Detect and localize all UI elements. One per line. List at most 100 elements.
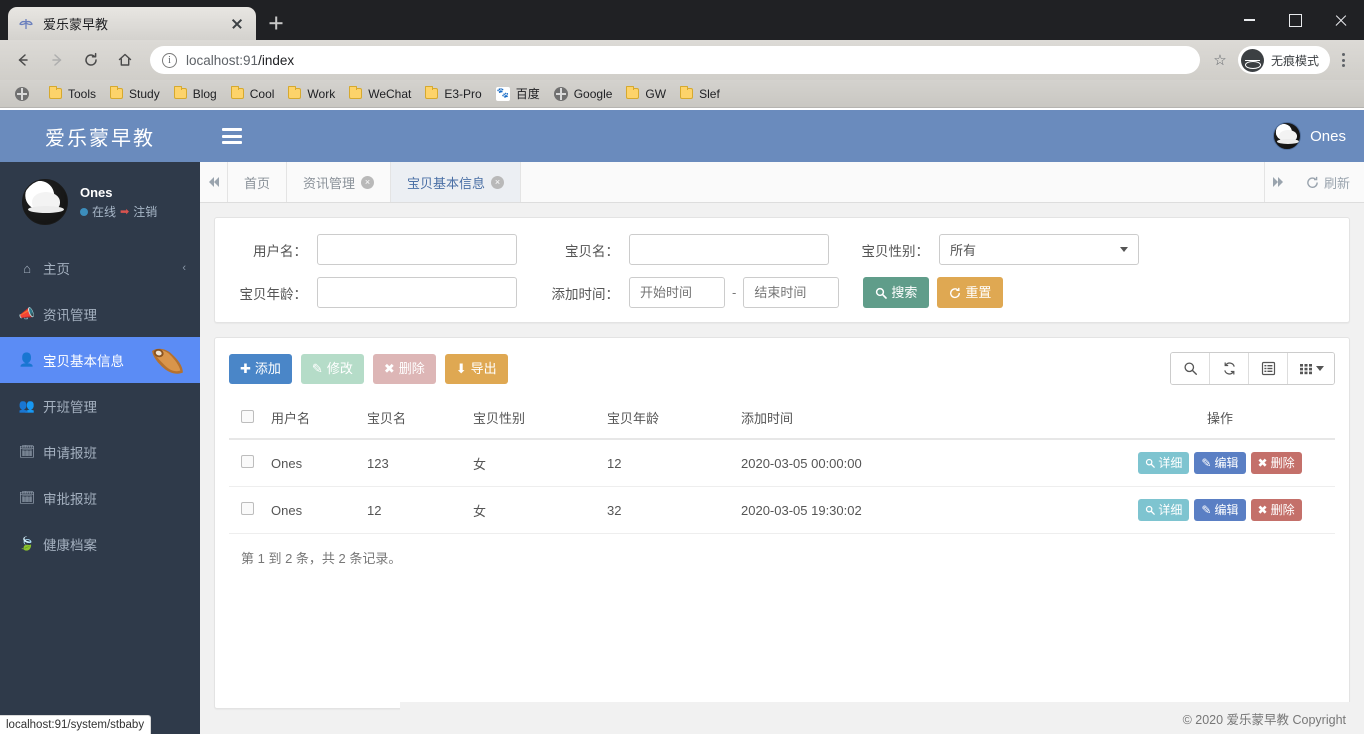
topbar-user-menu[interactable]: Ones [1273, 122, 1346, 150]
table-head: 用户名 宝贝名 宝贝性别 宝贝年龄 添加时间 操作 [229, 397, 1335, 440]
table-list-view-icon[interactable] [1249, 353, 1288, 384]
baby-info-table: 用户名 宝贝名 宝贝性别 宝贝年龄 添加时间 操作 Ones 123 女 12 … [229, 397, 1335, 534]
bookmark-item-work[interactable]: Work [281, 83, 342, 105]
content-panel: 用户名： 宝贝名： 宝贝性别： 所有 宝贝年龄： 添加时间： 开始时间 - 结束… [200, 203, 1364, 734]
table-toolbar: ✚ 添加 ✎ 修改 ✖ 删除 ⬇ 导出 [229, 352, 1335, 385]
bookmark-item-slef[interactable]: Slef [673, 83, 727, 105]
row-checkbox[interactable] [241, 502, 254, 515]
filter-username-group: 用户名： [231, 234, 517, 265]
logout-link[interactable]: 注销 [133, 203, 157, 222]
bookmark-item-baidu[interactable]: 🐾 百度 [489, 83, 547, 105]
column-header-age[interactable]: 宝贝年龄 [601, 397, 735, 440]
table-row[interactable]: Ones 12 女 32 2020-03-05 19:30:02 详细 ✎ 编辑… [229, 486, 1335, 534]
bookmark-item-cool[interactable]: Cool [224, 83, 282, 105]
x-icon: ✖ [383, 361, 395, 376]
search-button[interactable]: 搜索 [863, 277, 930, 308]
modify-button[interactable]: ✎ 修改 [300, 353, 364, 384]
bookmark-item-study[interactable]: Study [103, 83, 167, 105]
sidebar-item-baby-info[interactable]: 👤 宝贝基本信息 [0, 337, 200, 383]
new-tab-button[interactable] [262, 9, 290, 37]
site-favicon-icon [18, 16, 34, 32]
hamburger-icon[interactable] [222, 125, 242, 148]
forward-icon[interactable] [42, 45, 72, 75]
browser-tab-close-icon[interactable] [228, 15, 246, 33]
column-header-sex[interactable]: 宝贝性别 [467, 397, 601, 440]
export-button[interactable]: ⬇ 导出 [444, 353, 508, 384]
sidebar-item-label: 健康档案 [43, 538, 97, 553]
tabbar-scroll-left-icon[interactable] [200, 162, 228, 202]
window-controls [1226, 0, 1364, 40]
column-header-babyname[interactable]: 宝贝名 [361, 397, 467, 440]
row-delete-button[interactable]: ✖ 删除 [1250, 452, 1302, 474]
filter-addtime-start-input[interactable] [629, 277, 725, 308]
home-icon[interactable] [110, 45, 140, 75]
sidebar-item-apply-class[interactable]: 🗓 申请报班 [0, 429, 200, 475]
select-all-checkbox[interactable] [241, 409, 254, 423]
folder-icon [230, 86, 244, 99]
bookmark-item[interactable] [8, 83, 42, 105]
tabbar-scroll-right-icon[interactable] [1263, 162, 1292, 202]
table-row[interactable]: Ones 123 女 12 2020-03-05 00:00:00 详细 ✎ 编… [229, 439, 1335, 487]
filter-username-input[interactable] [317, 234, 517, 265]
bookmark-label: Google [573, 86, 613, 101]
bookmark-item-blog[interactable]: Blog [167, 83, 224, 105]
sidebar-user-panel: Ones 在线 ➡ 注销 [0, 162, 200, 233]
sidebar-item-class-management[interactable]: 👥 开班管理 [0, 383, 200, 429]
filter-babyname-input[interactable] [629, 234, 829, 265]
window-close-icon[interactable] [1318, 0, 1364, 40]
incognito-indicator[interactable]: 无痕模式 [1237, 46, 1330, 74]
bookmark-item-wechat[interactable]: WeChat [342, 83, 418, 105]
bookmark-item-tools[interactable]: Tools [42, 83, 103, 105]
row-delete-button[interactable]: ✖ 删除 [1250, 499, 1302, 521]
filter-babyage-input[interactable] [317, 277, 517, 308]
sidebar-item-home[interactable]: ⌂ 主页 ‹ [0, 245, 200, 291]
site-info-icon[interactable]: i [162, 52, 177, 68]
bookmarks-bar: Tools Study Blog Cool Work WeChat E3-Pro… [0, 80, 1364, 108]
filter-addtime-end-input[interactable] [743, 277, 840, 308]
table-pagination-info: 第 1 到 2 条，共 2 条记录。 [241, 551, 402, 566]
browser-menu-icon[interactable] [1330, 46, 1356, 74]
bookmark-star-icon[interactable]: ☆ [1206, 46, 1234, 74]
delete-button[interactable]: ✖ 删除 [372, 353, 436, 384]
tab-close-icon[interactable]: × [491, 175, 505, 189]
row-detail-label: 详细 [1158, 456, 1183, 470]
bookmark-item-e3pro[interactable]: E3-Pro [418, 83, 488, 105]
online-status-label[interactable]: 在线 [92, 203, 116, 222]
add-button[interactable]: ✚ 添加 [229, 353, 292, 384]
back-icon[interactable] [8, 45, 38, 75]
tab-home[interactable]: 首页 [228, 162, 288, 202]
window-maximize-icon[interactable] [1272, 0, 1318, 40]
row-edit-button[interactable]: ✎ 编辑 [1194, 499, 1246, 521]
browser-tab[interactable]: 爱乐蒙早教 [8, 7, 256, 40]
tab-label: 宝贝基本信息 [407, 175, 486, 191]
table-refresh-icon[interactable] [1210, 353, 1249, 384]
bookmark-item-gw[interactable]: GW [619, 83, 673, 105]
address-bar[interactable]: i localhost:91/index [150, 46, 1200, 74]
column-header-addtime[interactable]: 添加时间 [735, 397, 1105, 440]
tab-close-icon[interactable]: × [361, 175, 375, 189]
tab-news-management[interactable]: 资讯管理 × [287, 162, 392, 202]
browser-status-bar: localhost:91/system/stbaby [0, 715, 152, 734]
chevron-down-icon [1120, 247, 1128, 252]
folder-icon [626, 86, 640, 99]
row-checkbox[interactable] [241, 455, 254, 468]
incognito-label: 无痕模式 [1270, 53, 1319, 68]
column-header-username[interactable]: 用户名 [265, 397, 361, 440]
bookmark-item-google[interactable]: Google [547, 83, 620, 105]
tab-baby-basic-info[interactable]: 宝贝基本信息 × [391, 162, 522, 202]
delete-button-label: 删除 [398, 361, 425, 376]
row-detail-button[interactable]: 详细 [1138, 452, 1190, 474]
table-search-icon[interactable] [1171, 353, 1210, 384]
row-edit-button[interactable]: ✎ 编辑 [1194, 452, 1246, 474]
sidebar-item-news[interactable]: 📣 资讯管理 [0, 291, 200, 337]
table-columns-icon[interactable] [1288, 353, 1334, 384]
reload-icon[interactable] [76, 45, 106, 75]
sidebar-item-approve-class[interactable]: 🗓 审批报班 [0, 475, 200, 521]
reset-button[interactable]: 重置 [937, 277, 1004, 308]
tabbar-refresh-button[interactable]: 刷新 [1292, 162, 1364, 202]
sidebar-item-health-record[interactable]: 🍃 健康档案 [0, 521, 200, 567]
window-minimize-icon[interactable] [1226, 0, 1272, 40]
filter-row-2: 宝贝年龄： 添加时间： - [231, 277, 1333, 308]
row-detail-button[interactable]: 详细 [1138, 499, 1190, 521]
filter-babysex-select[interactable]: 所有 [939, 234, 1139, 265]
